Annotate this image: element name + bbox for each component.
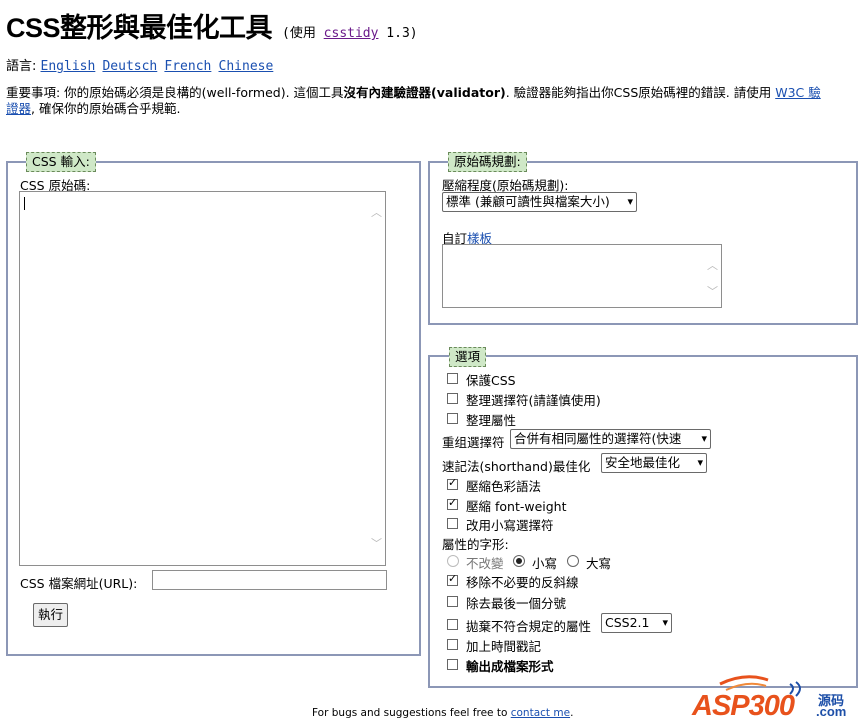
lang-english-link[interactable]: English	[41, 59, 96, 74]
compression-select-value: 標準 (兼顧可讀性與檔案大小)	[446, 194, 610, 209]
sort-properties-label: 整理屬性	[466, 413, 517, 428]
notice-bold: 沒有內建驗證器(validator)	[343, 85, 506, 100]
remove-last-semicolon-label: 除去最後一個分號	[466, 596, 567, 611]
property-case-label: 屬性的字形:	[442, 537, 509, 552]
css-url-input[interactable]	[152, 570, 387, 590]
timestamp-checkbox[interactable]	[447, 639, 458, 650]
subtitle-prefix: (使用	[282, 26, 316, 41]
footer-end: .	[570, 707, 574, 719]
remove-last-semicolon-checkbox[interactable]	[447, 596, 458, 607]
w3c-validator-link-cont[interactable]: 證器	[6, 101, 31, 116]
remove-backslash-label: 移除不必要的反斜線	[466, 575, 579, 590]
options-legend: 選項	[449, 347, 487, 367]
language-bar: 語言: English Deutsch French Chinese	[6, 55, 276, 74]
custom-template-textarea[interactable]: ︿ ﹀	[442, 244, 722, 308]
lang-deutsch-link[interactable]: Deutsch	[102, 59, 157, 74]
watermark-brand: ASP300	[692, 690, 795, 722]
regroup-label: 重组選擇符	[442, 435, 505, 450]
template-legend: 原始碼規劃:	[448, 152, 527, 172]
notice-text-3: , 確保你的原始碼合乎規範.	[31, 101, 181, 116]
case-none-radio[interactable]	[447, 555, 459, 567]
preserve-css-checkbox[interactable]	[447, 373, 458, 384]
footer-text: For bugs and suggestions feel free to	[312, 707, 508, 719]
page-title: CSS整形與最佳化工具	[6, 13, 273, 43]
notice-text-2: . 驗證器能夠指出你CSS原始碼裡的錯誤. 請使用	[505, 85, 772, 100]
scroll-up-icon[interactable]: ︿	[707, 257, 718, 273]
case-upper-radio[interactable]	[567, 555, 579, 567]
compression-select[interactable]: 標準 (兼顧可讀性與檔案大小) ▾	[442, 192, 637, 212]
shorthand-select-value: 安全地最佳化	[605, 455, 681, 470]
remove-backslash-checkbox[interactable]	[447, 572, 458, 586]
language-label: 語言:	[6, 59, 37, 74]
compress-colors-label: 壓縮色彩語法	[466, 479, 542, 494]
sort-selectors-checkbox[interactable]	[447, 393, 458, 404]
css-source-textarea[interactable]: ︿ ﹀	[19, 191, 386, 566]
css-level-select[interactable]: CSS2.1 ▾	[601, 613, 672, 633]
chevron-down-icon: ▾	[627, 195, 633, 208]
compress-font-weight-checkbox[interactable]	[447, 496, 458, 510]
sort-selectors-label: 整理選擇符(請謹慎使用)	[466, 393, 601, 408]
regroup-select[interactable]: 合併有相同屬性的選擇符(快速 ▾	[510, 429, 711, 449]
output-file-label: 輸出成檔案形式	[466, 659, 554, 674]
chevron-down-icon: ▾	[701, 432, 707, 445]
text-caret	[24, 197, 25, 210]
compress-font-weight-label: 壓縮 font-weight	[466, 499, 567, 514]
lowercase-selectors-label: 改用小寫選擇符	[466, 518, 554, 533]
w3c-validator-link[interactable]: W3C 驗	[775, 85, 821, 100]
css-input-legend: CSS 輸入:	[26, 152, 96, 172]
lang-chinese-link[interactable]: Chinese	[219, 59, 274, 74]
compress-colors-checkbox[interactable]	[447, 476, 458, 490]
chevron-down-icon: ▾	[662, 616, 668, 629]
contact-link[interactable]: contact me	[511, 707, 570, 719]
discard-invalid-label: 拋棄不符合規定的屬性	[466, 619, 592, 634]
chevron-down-icon: ▾	[697, 456, 703, 469]
lowercase-selectors-checkbox[interactable]	[447, 518, 458, 529]
scroll-down-icon[interactable]: ﹀	[371, 535, 382, 551]
timestamp-label: 加上時間戳記	[466, 639, 542, 654]
footer: For bugs and suggestions feel free to co…	[312, 707, 573, 719]
case-upper-label: 大寫	[586, 556, 612, 571]
asp300-watermark-logo: ASP300 源码 .com	[690, 670, 861, 724]
case-lower-label: 小寫	[532, 556, 558, 571]
shorthand-select[interactable]: 安全地最佳化 ▾	[601, 453, 707, 473]
discard-invalid-checkbox[interactable]	[447, 619, 458, 630]
scroll-down-icon[interactable]: ﹀	[707, 283, 718, 299]
lang-french-link[interactable]: French	[164, 59, 211, 74]
case-none-label: 不改變	[466, 556, 504, 571]
submit-button[interactable]: 執行	[33, 603, 69, 627]
watermark-suffix-bottom: .com	[816, 704, 847, 719]
case-lower-radio[interactable]	[513, 555, 525, 567]
output-file-checkbox[interactable]	[447, 659, 458, 670]
subtitle-version: 1.3)	[386, 26, 418, 41]
css-level-select-value: CSS2.1	[605, 615, 650, 630]
important-notice: 重要事項: 你的原始碼必須是良構的(well-formed). 這個工具沒有內建…	[6, 85, 861, 117]
regroup-select-value: 合併有相同屬性的選擇符(快速	[514, 431, 682, 446]
notice-text-1: 重要事項: 你的原始碼必須是良構的(well-formed). 這個工具	[6, 85, 344, 100]
sort-properties-checkbox[interactable]	[447, 413, 458, 424]
page-subtitle: (使用 csstidy 1.3)	[282, 26, 418, 41]
csstidy-link[interactable]: csstidy	[324, 26, 379, 41]
css-url-label: CSS 檔案網址(URL):	[20, 576, 138, 591]
page-header: CSS整形與最佳化工具 (使用 csstidy 1.3)	[6, 6, 418, 45]
preserve-css-label: 保護CSS	[466, 373, 516, 388]
shorthand-label: 速記法(shorthand)最佳化	[442, 459, 591, 474]
scroll-up-icon[interactable]: ︿	[371, 204, 382, 220]
